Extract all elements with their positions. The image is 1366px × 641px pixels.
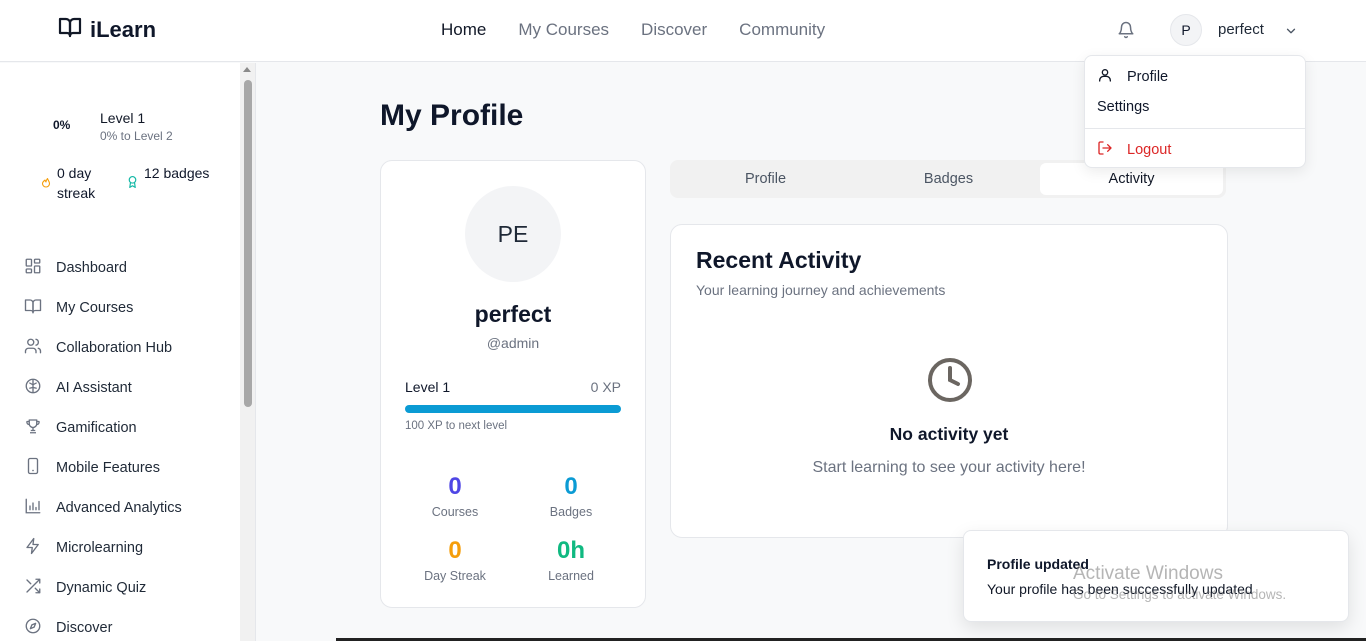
sidebar-item-advanced-analytics[interactable]: Advanced Analytics: [24, 488, 182, 528]
logout-icon: [1097, 140, 1113, 160]
logo-text: iLearn: [90, 16, 157, 42]
chevron-down-icon[interactable]: [1284, 24, 1298, 43]
flame-icon: [40, 175, 52, 194]
nav-my-courses[interactable]: My Courses: [518, 20, 609, 40]
profile-card: PE perfect @admin Level 1 0 XP 100 XP to…: [380, 160, 646, 608]
sidebar-item-label: Dashboard: [56, 260, 127, 276]
sidebar-item-label: Collaboration Hub: [56, 340, 173, 356]
windows-activation-watermark: Activate Windows Go to Settings to activ…: [1073, 563, 1286, 602]
sidebar-item-ai-assistant[interactable]: AI Assistant: [24, 368, 182, 408]
menu-item-label: Settings: [1097, 99, 1150, 115]
menu-item-label: Logout: [1127, 142, 1172, 158]
page-title: My Profile: [380, 99, 524, 132]
xp-progress-fill: [405, 405, 621, 413]
watermark-subtitle: Go to Settings to activate Windows.: [1073, 587, 1287, 602]
nav-community[interactable]: Community: [739, 20, 825, 40]
stat-label: Badges: [549, 505, 593, 519]
level-percent: 0%: [53, 118, 71, 132]
empty-state-message: Start learning to see your activity here…: [812, 459, 1086, 476]
tab-profile[interactable]: Profile: [674, 163, 857, 195]
bar-chart-icon: [24, 497, 42, 520]
stat-courses: 0 Courses: [400, 473, 510, 519]
sidebar-item-label: Microlearning: [56, 540, 144, 556]
empty-state-title: No activity yet: [889, 424, 1009, 444]
badge-count: 12 badges: [144, 165, 210, 181]
profile-xp: 0 XP: [590, 379, 621, 395]
stat-value: 0: [448, 537, 462, 564]
stat-value: 0: [448, 473, 462, 500]
shuffle-icon: [24, 577, 42, 600]
stat-learned: 0h Learned: [516, 537, 626, 583]
stat-label: Day Streak: [424, 569, 486, 583]
profile-avatar: PE: [465, 186, 561, 282]
book-icon: [24, 297, 42, 320]
scroll-up-arrow-icon[interactable]: [243, 67, 251, 72]
sidebar-item-label: Advanced Analytics: [56, 500, 182, 516]
users-icon: [24, 337, 42, 360]
menu-item-logout[interactable]: Logout: [1097, 140, 1171, 160]
level-title: Level 1: [100, 110, 146, 126]
sidebar-item-dashboard[interactable]: Dashboard: [24, 248, 182, 288]
menu-item-profile[interactable]: Profile: [1097, 67, 1168, 87]
sidebar-item-label: Discover: [56, 620, 113, 636]
trophy-icon: [24, 417, 42, 440]
dashboard-icon: [24, 257, 42, 280]
nav-discover[interactable]: Discover: [641, 20, 707, 40]
compass-icon: [24, 617, 42, 640]
sidebar-item-mobile-features[interactable]: Mobile Features: [24, 448, 182, 488]
sidebar-item-discover[interactable]: Discover: [24, 608, 182, 641]
user-icon: [1097, 67, 1113, 87]
stat-badges: 0 Badges: [516, 473, 626, 519]
activity-title: Recent Activity: [696, 247, 862, 273]
watermark-title: Activate Windows: [1073, 563, 1223, 584]
stat-label: Courses: [431, 505, 479, 519]
app-logo[interactable]: iLearn: [58, 16, 156, 43]
clock-icon: [926, 356, 974, 409]
sidebar-item-label: Mobile Features: [56, 460, 160, 476]
sidebar-menu: Dashboard My Courses Collaboration Hub A…: [24, 248, 182, 641]
level-progress-text: 0% to Level 2: [100, 129, 173, 143]
top-header: iLearn Home My Courses Discover Communit…: [0, 0, 1366, 62]
sidebar-item-label: My Courses: [56, 300, 134, 316]
sidebar-item-my-courses[interactable]: My Courses: [24, 288, 182, 328]
streak-count: 0 day streak: [57, 165, 96, 201]
next-level-text: 100 XP to next level: [405, 420, 508, 432]
zap-icon: [24, 537, 42, 560]
user-avatar[interactable]: P: [1170, 14, 1202, 46]
xp-progress-bar: [405, 405, 621, 413]
user-dropdown-menu: Profile Settings Logout: [1084, 55, 1306, 168]
sidebar-item-label: Gamification: [56, 420, 137, 436]
sidebar-item-label: Dynamic Quiz: [56, 580, 147, 596]
sidebar-item-gamification[interactable]: Gamification: [24, 408, 182, 448]
tab-badges[interactable]: Badges: [857, 163, 1040, 195]
profile-level: Level 1: [405, 379, 451, 395]
stat-value: 0h: [556, 537, 585, 564]
top-nav: Home My Courses Discover Community: [441, 20, 825, 40]
stat-day-streak: 0 Day Streak: [400, 537, 510, 583]
recent-activity-card: Recent Activity Your learning journey an…: [670, 224, 1228, 538]
sidebar-scrollbar-thumb[interactable]: [244, 80, 252, 407]
activity-subtitle: Your learning journey and achievements: [696, 282, 946, 298]
nav-home[interactable]: Home: [441, 20, 486, 40]
book-open-icon: [58, 16, 82, 43]
sidebar-item-microlearning[interactable]: Microlearning: [24, 528, 182, 568]
menu-item-label: Profile: [1127, 69, 1169, 85]
user-name[interactable]: perfect: [1218, 21, 1264, 38]
sidebar-item-dynamic-quiz[interactable]: Dynamic Quiz: [24, 568, 182, 608]
menu-item-settings[interactable]: Settings: [1097, 99, 1149, 115]
sidebar-item-collaboration-hub[interactable]: Collaboration Hub: [24, 328, 182, 368]
menu-divider: [1085, 128, 1305, 129]
profile-name: perfect: [474, 301, 552, 327]
profile-handle: @admin: [486, 335, 540, 351]
bell-icon[interactable]: [1117, 21, 1135, 44]
stat-label: Learned: [548, 569, 594, 583]
smartphone-icon: [24, 457, 42, 480]
brain-icon: [24, 377, 42, 400]
stat-value: 0: [564, 473, 578, 500]
sidebar: 0% Level 1 0% to Level 2 0 day streak 12…: [0, 63, 240, 641]
award-icon: [126, 175, 139, 194]
sidebar-item-label: AI Assistant: [56, 380, 132, 396]
